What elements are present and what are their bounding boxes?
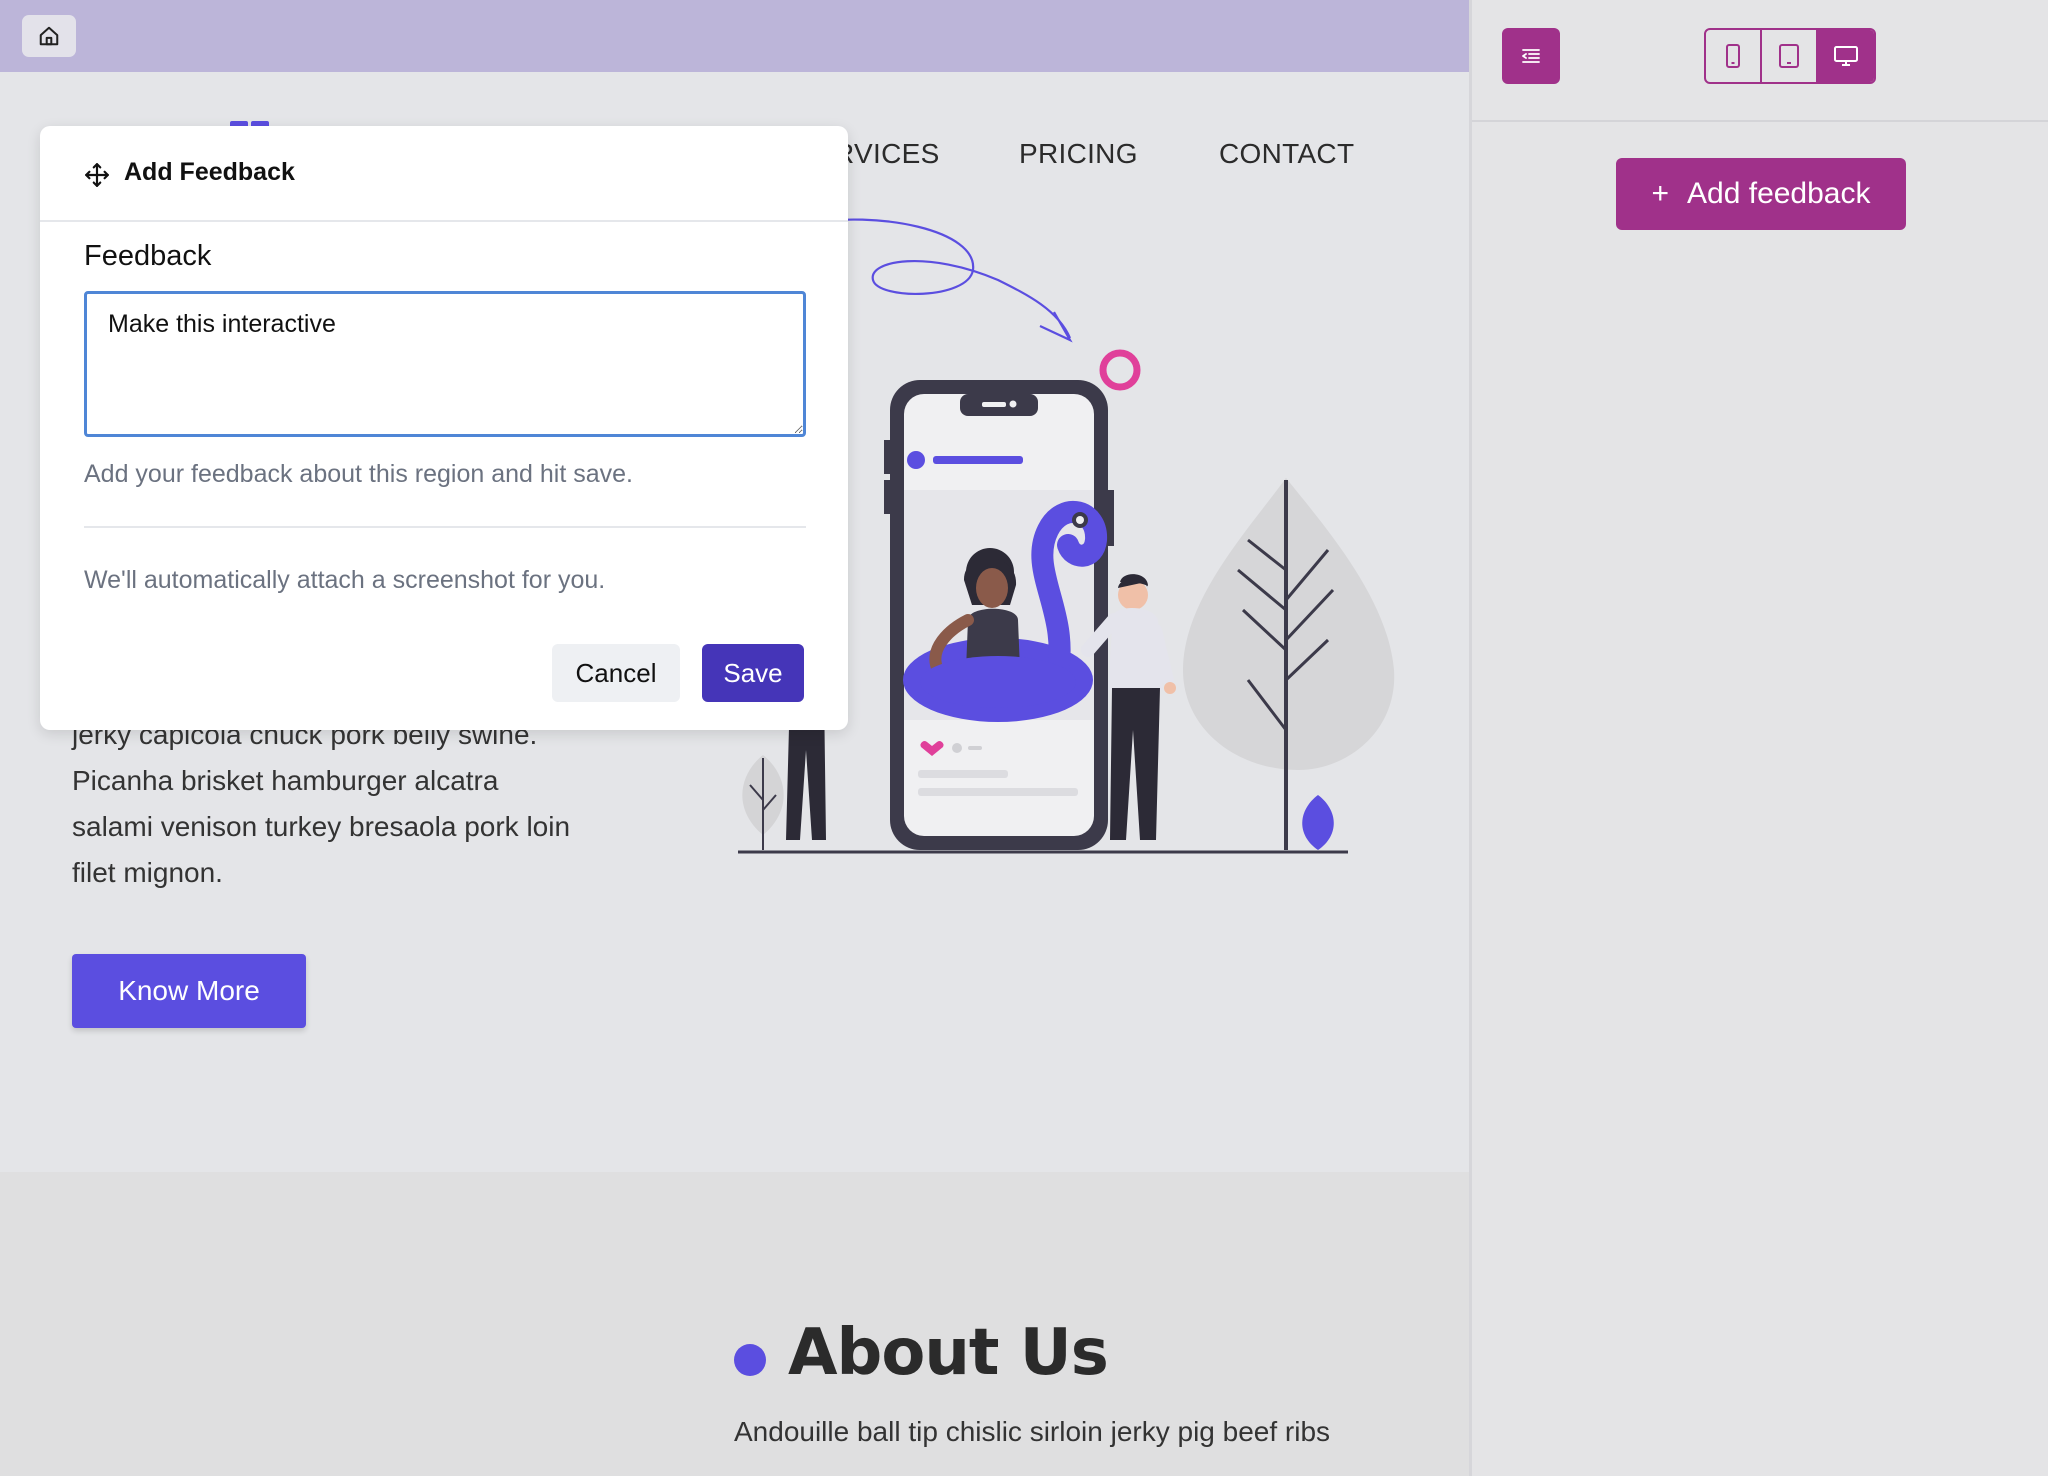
cancel-button[interactable]: Cancel bbox=[552, 644, 680, 702]
hero-description: jerky capicola chuck pork belly swine. P… bbox=[72, 719, 571, 888]
about-text: Andouille ball tip chislic sirloin jerky… bbox=[734, 1416, 1331, 1447]
device-tablet-button[interactable] bbox=[1762, 30, 1819, 82]
add-feedback-label: Add feedback bbox=[1687, 177, 1871, 210]
divider bbox=[84, 526, 806, 528]
device-switcher bbox=[1704, 28, 1876, 84]
tablet-icon bbox=[1779, 44, 1800, 68]
modal-header[interactable]: Add Feedback bbox=[40, 126, 848, 222]
save-button[interactable]: Save bbox=[702, 644, 804, 702]
home-button[interactable] bbox=[22, 15, 76, 57]
screenshot-note: We'll automatically attach a screenshot … bbox=[84, 566, 606, 594]
about-bullet-dot bbox=[734, 1344, 766, 1376]
plus-icon: + bbox=[1651, 177, 1670, 210]
modal-title: Add Feedback bbox=[124, 158, 295, 186]
menu-indent-icon bbox=[1522, 49, 1540, 63]
about-title: About Us bbox=[788, 1316, 1109, 1390]
preview-topbar bbox=[0, 0, 1469, 72]
add-feedback-modal: Add Feedback Feedback Add your feedback … bbox=[40, 126, 848, 730]
move-icon[interactable] bbox=[84, 162, 110, 188]
feedback-label: Feedback bbox=[84, 240, 212, 272]
panel-toolbar bbox=[1472, 0, 2048, 122]
device-mobile-button[interactable] bbox=[1706, 30, 1763, 82]
nav-link-services[interactable]: RVICES bbox=[834, 138, 940, 170]
know-more-button[interactable]: Know More bbox=[72, 954, 306, 1028]
home-icon bbox=[39, 26, 59, 46]
nav-link-contact[interactable]: CONTACT bbox=[1219, 138, 1354, 170]
mobile-icon bbox=[1726, 44, 1740, 68]
feedback-textarea[interactable] bbox=[84, 291, 806, 437]
menu-toggle-button[interactable] bbox=[1502, 28, 1560, 84]
add-feedback-button[interactable]: + Add feedback bbox=[1616, 158, 1906, 230]
feedback-panel: + Add feedback bbox=[1469, 0, 2048, 1476]
nav-link-pricing[interactable]: PRICING bbox=[1019, 138, 1138, 170]
desktop-icon bbox=[1834, 46, 1859, 66]
feedback-hint: Add your feedback about this region and … bbox=[84, 460, 633, 488]
device-desktop-button[interactable] bbox=[1818, 30, 1874, 82]
